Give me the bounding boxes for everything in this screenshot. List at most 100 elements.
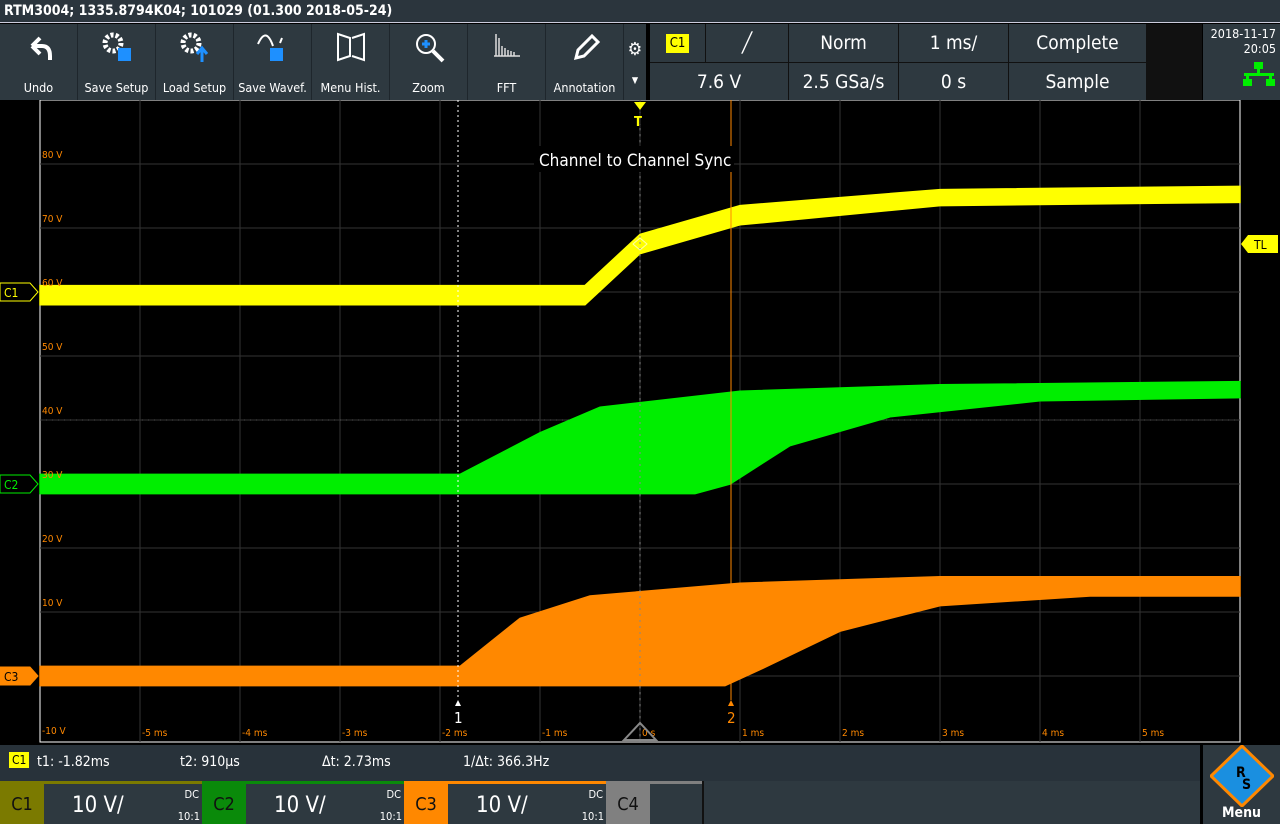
timebase[interactable]: 1 ms/: [899, 24, 1008, 62]
time-tick-label: -2 ms: [442, 728, 468, 739]
channel-settings: 10 V/DC 10:1: [448, 784, 606, 824]
gear-icon: ⚙: [627, 38, 643, 60]
undo-icon: [30, 36, 52, 60]
channel-c1-button[interactable]: C1 10 V/DC 10:1: [0, 781, 202, 824]
time-tick-label: 4 ms: [1042, 728, 1064, 739]
volt-tick-label: -10 V: [42, 726, 67, 737]
menu-history-icon: [336, 32, 365, 62]
toolbar-button-zoom[interactable]: Zoom: [390, 24, 467, 100]
channel-label: C4: [606, 784, 650, 824]
pencil-icon: [573, 33, 600, 61]
zoom-icon: [415, 34, 444, 63]
chevron-down-icon: ▼: [631, 75, 639, 86]
channel-c2-button[interactable]: C2 10 V/DC 10:1: [202, 781, 404, 824]
time-offset[interactable]: 0 s: [899, 63, 1008, 101]
coupling: DC: [386, 788, 401, 801]
trigger-source[interactable]: C1: [650, 24, 705, 62]
channel-c3-button[interactable]: C3 10 V/DC 10:1: [404, 781, 606, 824]
measure-source[interactable]: C1: [9, 752, 30, 768]
toolbar-button-undo[interactable]: Undo: [0, 24, 77, 100]
toolbar-button-label: Save Wavef.: [238, 80, 307, 95]
save-waveform-icon: [256, 34, 283, 61]
toolbar-button-label: Load Setup: [162, 80, 227, 95]
volt-tick-label: 60 V: [42, 278, 63, 289]
coupling: DC: [184, 788, 199, 801]
load-setup-icon: [180, 32, 208, 62]
trigger-mode[interactable]: Norm: [789, 24, 898, 62]
menu-label: Menu: [1221, 805, 1262, 821]
toolbar-button-load-setup[interactable]: Load Setup: [156, 24, 233, 100]
volt-tick-label: 40 V: [42, 406, 63, 417]
toolbar-button-label: Annotation: [553, 80, 616, 95]
date-time: 2018-11-17 20:05: [1203, 24, 1280, 100]
acquisition-status[interactable]: Complete: [1009, 24, 1146, 62]
time: 20:05: [1243, 41, 1276, 56]
volt-tick-label: 20 V: [42, 534, 63, 545]
date: 2018-11-17: [1210, 26, 1276, 41]
channel-label: C1: [0, 784, 44, 824]
probe-ratio: 10:1: [581, 810, 604, 823]
cursor-1-label: 1: [454, 709, 463, 727]
channel-bar-empty: [702, 781, 1200, 824]
time-tick-label: 5 ms: [1142, 728, 1164, 739]
vertical-scale: 10 V/: [476, 793, 528, 818]
toolbar-button-save-setup[interactable]: Save Setup: [78, 24, 155, 100]
settings-gear-button[interactable]: ⚙ ▼: [624, 24, 646, 100]
save-setup-icon: [102, 32, 131, 61]
toolbar-button-menu-hist[interactable]: Menu Hist.: [312, 24, 389, 100]
toolbar-button-label: Zoom: [412, 80, 445, 95]
annotation-text: Channel to Channel Sync: [539, 151, 731, 171]
trigger-marker-label: T: [634, 115, 642, 130]
delta-t-value: Δt: 2.73ms: [322, 754, 391, 770]
cursor-2-label: 2: [727, 709, 736, 727]
channel-marker-label: C3: [4, 670, 18, 684]
inverse-delta-t-value: 1/Δt: 366.3Hz: [463, 754, 550, 770]
time-tick-label: -5 ms: [142, 728, 168, 739]
trigger-slope[interactable]: ╱: [706, 24, 788, 62]
volt-tick-label: 70 V: [42, 214, 63, 225]
toolbar-button-label: FFT: [496, 80, 517, 95]
waveform-display[interactable]: C1 C2 C3 80 V 70 V 60 V 50 V 40 V 30 V 20 V 10 V -1…: [0, 100, 1280, 745]
svg-text:S: S: [1242, 777, 1251, 793]
probe-ratio: 10:1: [177, 810, 200, 823]
channel-label: C2: [202, 784, 246, 824]
time-tick-label: 3 ms: [942, 728, 964, 739]
vertical-scale: 10 V/: [72, 793, 124, 818]
toolbar: Undo Save Setup Load Setup Save Wavef. Menu …: [0, 24, 646, 100]
time-tick-label: -3 ms: [342, 728, 368, 739]
menu-button[interactable]: RS Menu: [1203, 743, 1280, 824]
rs-logo-icon: RS: [1208, 743, 1275, 809]
fft-icon: [493, 34, 520, 57]
toolbar-button-annotation[interactable]: Annotation: [546, 24, 623, 100]
toolbar-button-fft[interactable]: FFT: [468, 24, 545, 100]
time-tick-label: -1 ms: [542, 728, 568, 739]
title-bar: RTM3004; 1335.8794K04; 101029 (01.300 20…: [0, 0, 1280, 23]
channel-marker-label: C1: [4, 286, 18, 300]
trigger-source-badge: C1: [665, 33, 690, 53]
cursor-measurements: C1 t1: -1.82ms t2: 910µs Δt: 2.73ms 1/Δt…: [0, 745, 1200, 781]
status-panel: C1 ╱ Norm 1 ms/ Complete 7.6 V 2.5 GSa/s…: [650, 24, 1202, 101]
toolbar-button-label: Save Setup: [84, 80, 149, 95]
channel-c4-button[interactable]: C4: [606, 781, 704, 824]
t1-value: t1: -1.82ms: [37, 754, 110, 770]
channel-settings: 10 V/DC 10:1: [44, 784, 202, 824]
toolbar-button-save-wavef[interactable]: Save Wavef.: [234, 24, 311, 100]
coupling: DC: [588, 788, 603, 801]
time-tick-label: 2 ms: [842, 728, 864, 739]
volt-tick-label: 30 V: [42, 470, 63, 481]
time-tick-label: -4 ms: [242, 728, 268, 739]
trigger-level[interactable]: 7.6 V: [650, 63, 788, 101]
probe-ratio: 10:1: [379, 810, 402, 823]
acquisition-mode[interactable]: Sample: [1009, 63, 1146, 101]
volt-tick-label: 10 V: [42, 598, 63, 609]
channel-marker-label: C2: [4, 478, 18, 492]
channel-label: C3: [404, 784, 448, 824]
volt-tick-label: 80 V: [42, 150, 63, 161]
channel-settings: 10 V/DC 10:1: [246, 784, 404, 824]
trigger-level-label: TL: [1253, 238, 1267, 252]
toolbar-button-label: Menu Hist.: [320, 80, 381, 95]
vertical-scale: 10 V/: [274, 793, 326, 818]
sample-rate[interactable]: 2.5 GSa/s: [789, 63, 898, 101]
network-icon: [1243, 62, 1275, 86]
time-tick-label: 1 ms: [742, 728, 764, 739]
